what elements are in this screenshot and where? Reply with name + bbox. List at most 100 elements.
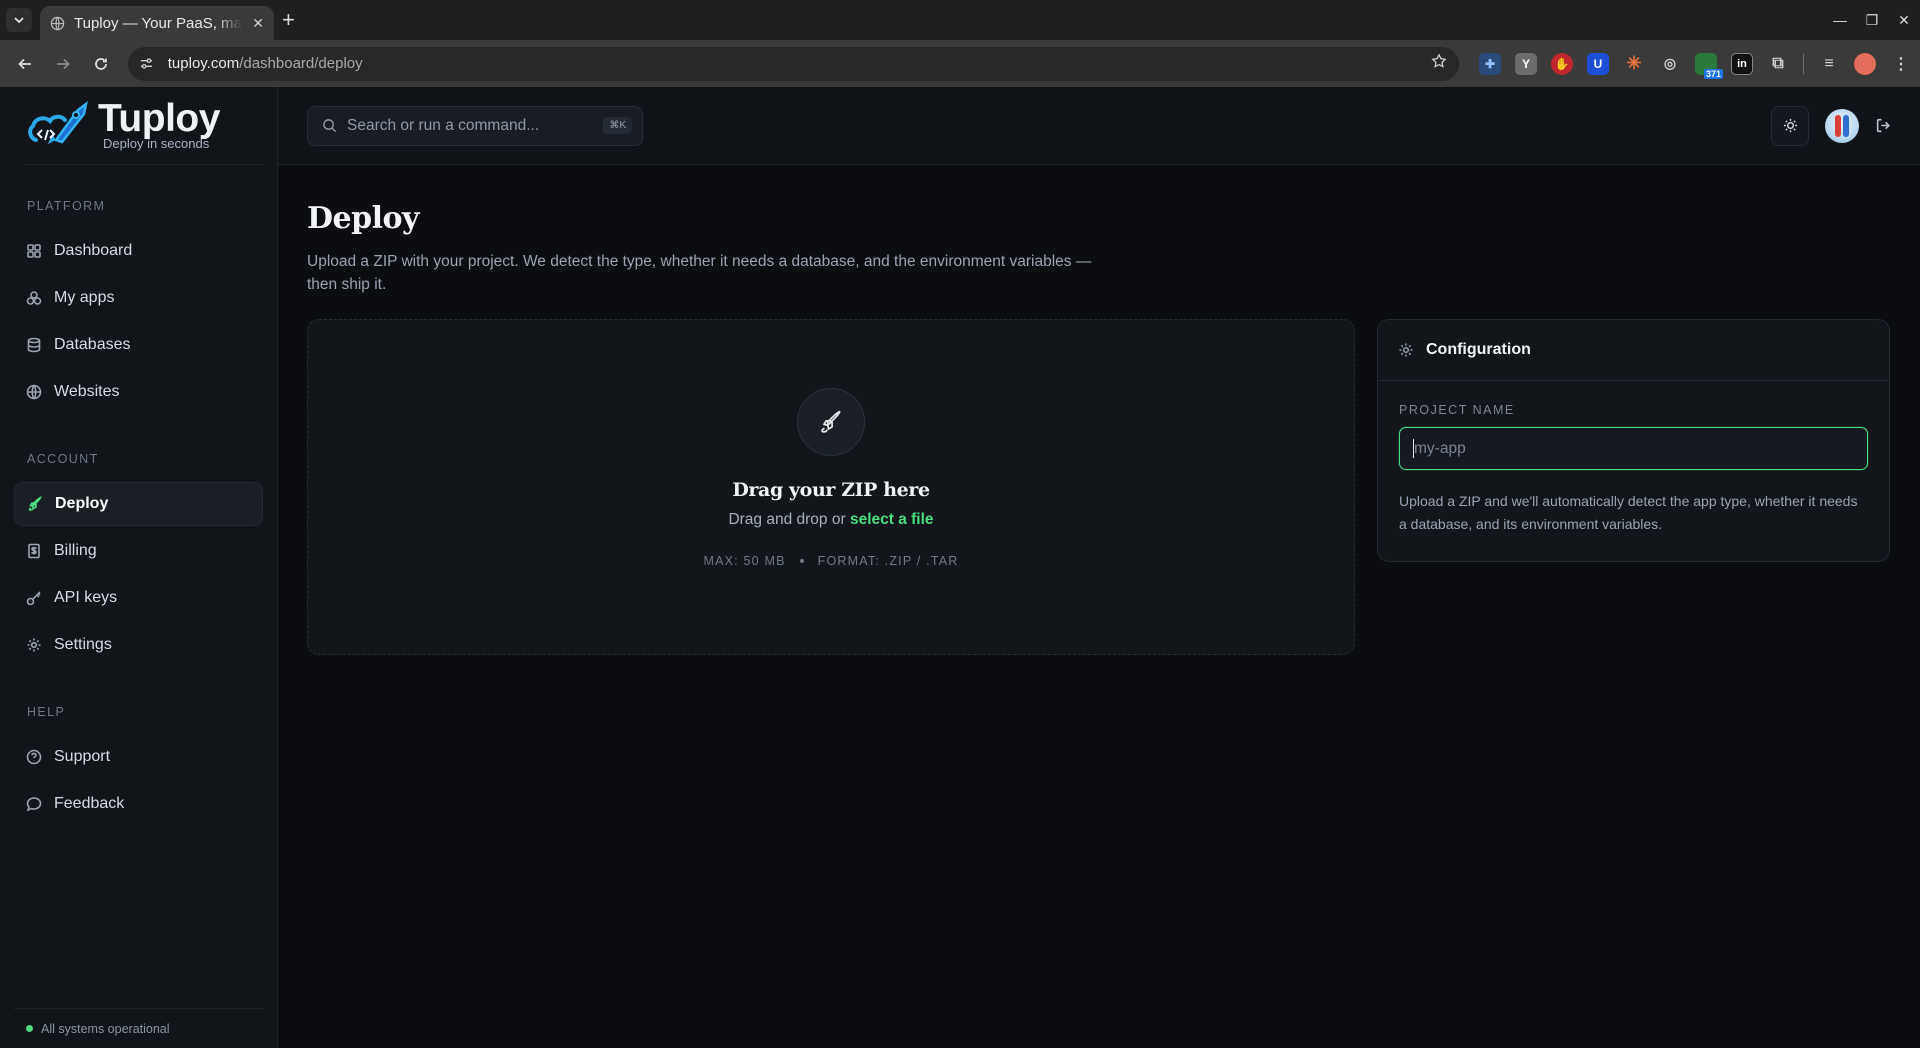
sidebar-item-deploy[interactable]: Deploy	[14, 482, 263, 526]
sidebar-item-support[interactable]: Support	[14, 735, 263, 779]
logout-icon	[1876, 118, 1890, 133]
project-name-field-wrapper	[1399, 427, 1868, 470]
section-title: PLATFORM	[27, 199, 106, 213]
dropzone-title: Drag your ZIP here	[732, 479, 930, 501]
project-name-input[interactable]	[1414, 439, 1867, 458]
extension-linkedin-icon[interactable]: in	[1730, 52, 1753, 75]
address-bar[interactable]: tuploy.com/dashboard/deploy	[127, 46, 1459, 81]
sidebar-item-my-apps[interactable]: My apps	[14, 276, 263, 320]
close-tab-icon[interactable]: ✕	[252, 15, 264, 32]
extension-cross-icon[interactable]: ✚	[1478, 52, 1501, 75]
database-icon	[27, 337, 41, 353]
extensions-puzzle-icon[interactable]: ⧉	[1767, 53, 1789, 75]
nav-section-account: ACCOUNT Deploy Billing API keys Settings	[0, 452, 277, 667]
sidebar-item-label: Settings	[54, 636, 112, 653]
dropzone-subtitle-text: Drag and drop or	[728, 511, 850, 528]
brand[interactable]: Tuploy Deploy in seconds	[26, 87, 263, 165]
sidebar-item-websites[interactable]: Websites	[14, 370, 263, 414]
deploy-grid: Drag your ZIP here Drag and drop or sele…	[307, 319, 1891, 655]
configuration-header: Configuration	[1378, 320, 1889, 381]
help-circle-icon	[26, 749, 42, 765]
sun-icon	[1783, 118, 1797, 133]
page-content: Deploy Upload a ZIP with your project. W…	[278, 201, 1920, 655]
profile-avatar-icon[interactable]	[1853, 52, 1876, 75]
sidebar-item-billing[interactable]: Billing	[14, 529, 263, 573]
search-icon	[323, 119, 337, 133]
sidebar-item-label: Deploy	[55, 495, 109, 512]
gear-icon	[27, 638, 41, 652]
sidebar-item-api-keys[interactable]: API keys	[14, 576, 263, 620]
app-root: Tuploy Deploy in seconds PLATFORM Dashbo…	[0, 87, 1920, 1048]
sidebar-item-label: Dashboard	[54, 242, 133, 259]
browser-tab-strip: Tuploy — Your PaaS, made simple ✕ + — ❐ …	[0, 0, 1920, 40]
extensions-area: ✚ Y ✋ U ✳ ◎ 371 in ⧉ ≡ ⋮	[1478, 52, 1912, 79]
configuration-title: Configuration	[1426, 341, 1531, 358]
extension-y-icon[interactable]: Y	[1514, 52, 1537, 75]
dropzone-meta: MAX: 50 MB FORMAT: .ZIP / .TAR	[703, 554, 958, 568]
upload-dropzone[interactable]: Drag your ZIP here Drag and drop or sele…	[307, 319, 1355, 655]
sidebar-item-label: Websites	[54, 383, 120, 400]
brand-tagline: Deploy in seconds	[103, 135, 210, 151]
select-file-link[interactable]: select a file	[850, 511, 934, 528]
maximize-icon[interactable]: ❐	[1856, 0, 1888, 40]
dashboard-icon	[27, 244, 41, 258]
sidebar-item-feedback[interactable]: Feedback	[14, 782, 263, 826]
extension-stop-icon[interactable]: ✋	[1550, 52, 1573, 75]
bookmark-star-icon[interactable]	[1431, 53, 1447, 74]
sidebar-item-databases[interactable]: Databases	[14, 323, 263, 367]
status-text: All systems operational	[41, 1021, 170, 1036]
sidebar-item-label: API keys	[54, 589, 118, 606]
tab-title: Tuploy — Your PaaS, made simple	[74, 14, 242, 32]
reading-list-icon[interactable]: ≡	[1818, 53, 1840, 75]
extension-burst-icon[interactable]: ✳	[1623, 53, 1645, 75]
browser-menu-icon[interactable]: ⋮	[1890, 53, 1912, 75]
sidebar-item-dashboard[interactable]: Dashboard	[14, 229, 263, 273]
forward-button[interactable]	[46, 47, 80, 81]
site-info-icon[interactable]	[136, 53, 158, 75]
dropzone-subtitle: Drag and drop or select a file	[728, 511, 933, 529]
theme-toggle-button[interactable]	[1771, 105, 1809, 146]
key-icon	[26, 591, 41, 606]
arrow-right-icon	[56, 58, 70, 69]
format-label: FORMAT: .ZIP / .TAR	[817, 554, 959, 568]
globe-icon	[50, 16, 65, 30]
search-placeholder: Search or run a command...	[347, 116, 540, 134]
nav-section-help: HELP Support Feedback	[0, 705, 277, 826]
page-description: Upload a ZIP with your project. We detec…	[307, 253, 1092, 293]
status-dot	[26, 1025, 33, 1032]
nav-section-platform: PLATFORM Dashboard My apps Databases Web…	[0, 199, 277, 414]
configuration-body: PROJECT NAME Upload a ZIP and we'll auto…	[1378, 381, 1889, 536]
extension-badge-count: 371	[1703, 68, 1723, 79]
project-name-label: PROJECT NAME	[1399, 403, 1515, 417]
toolbar-divider	[1802, 53, 1804, 74]
max-size-label: MAX: 50 MB	[703, 554, 786, 568]
sidebar-item-label: Support	[54, 748, 111, 765]
command-search[interactable]: Search or run a command... ⌘K	[307, 105, 643, 146]
system-status: All systems operational	[14, 1008, 263, 1048]
arrow-left-icon	[18, 58, 31, 69]
tab-search-button[interactable]	[6, 8, 32, 32]
new-tab-button[interactable]: +	[282, 9, 295, 31]
user-avatar[interactable]	[1825, 108, 1859, 143]
globe-icon	[26, 384, 42, 400]
browser-tab-active[interactable]: Tuploy — Your PaaS, made simple ✕	[40, 6, 274, 40]
logout-button[interactable]	[1875, 117, 1892, 134]
url-text: tuploy.com/dashboard/deploy	[167, 55, 363, 72]
chevron-down-icon	[14, 17, 24, 24]
brand-name: Tuploy	[98, 96, 220, 140]
extension-badge-icon[interactable]: 371	[1694, 52, 1723, 79]
page-title: Deploy	[307, 201, 419, 236]
reload-icon	[95, 57, 107, 70]
close-window-icon[interactable]: ✕	[1888, 0, 1920, 40]
extension-shield-icon[interactable]: U	[1586, 52, 1609, 75]
sidebar-item-settings[interactable]: Settings	[14, 623, 263, 667]
configuration-panel: Configuration PROJECT NAME Upload a ZIP …	[1377, 319, 1890, 562]
section-title: HELP	[27, 705, 66, 719]
back-button[interactable]	[8, 47, 42, 81]
billing-icon	[28, 543, 40, 559]
minimize-icon[interactable]: —	[1824, 0, 1856, 40]
rocket-logo-icon	[28, 100, 88, 144]
reload-button[interactable]	[84, 47, 118, 81]
extension-glasses-icon[interactable]: ◎	[1659, 53, 1681, 75]
sidebar-item-label: Billing	[54, 542, 97, 559]
